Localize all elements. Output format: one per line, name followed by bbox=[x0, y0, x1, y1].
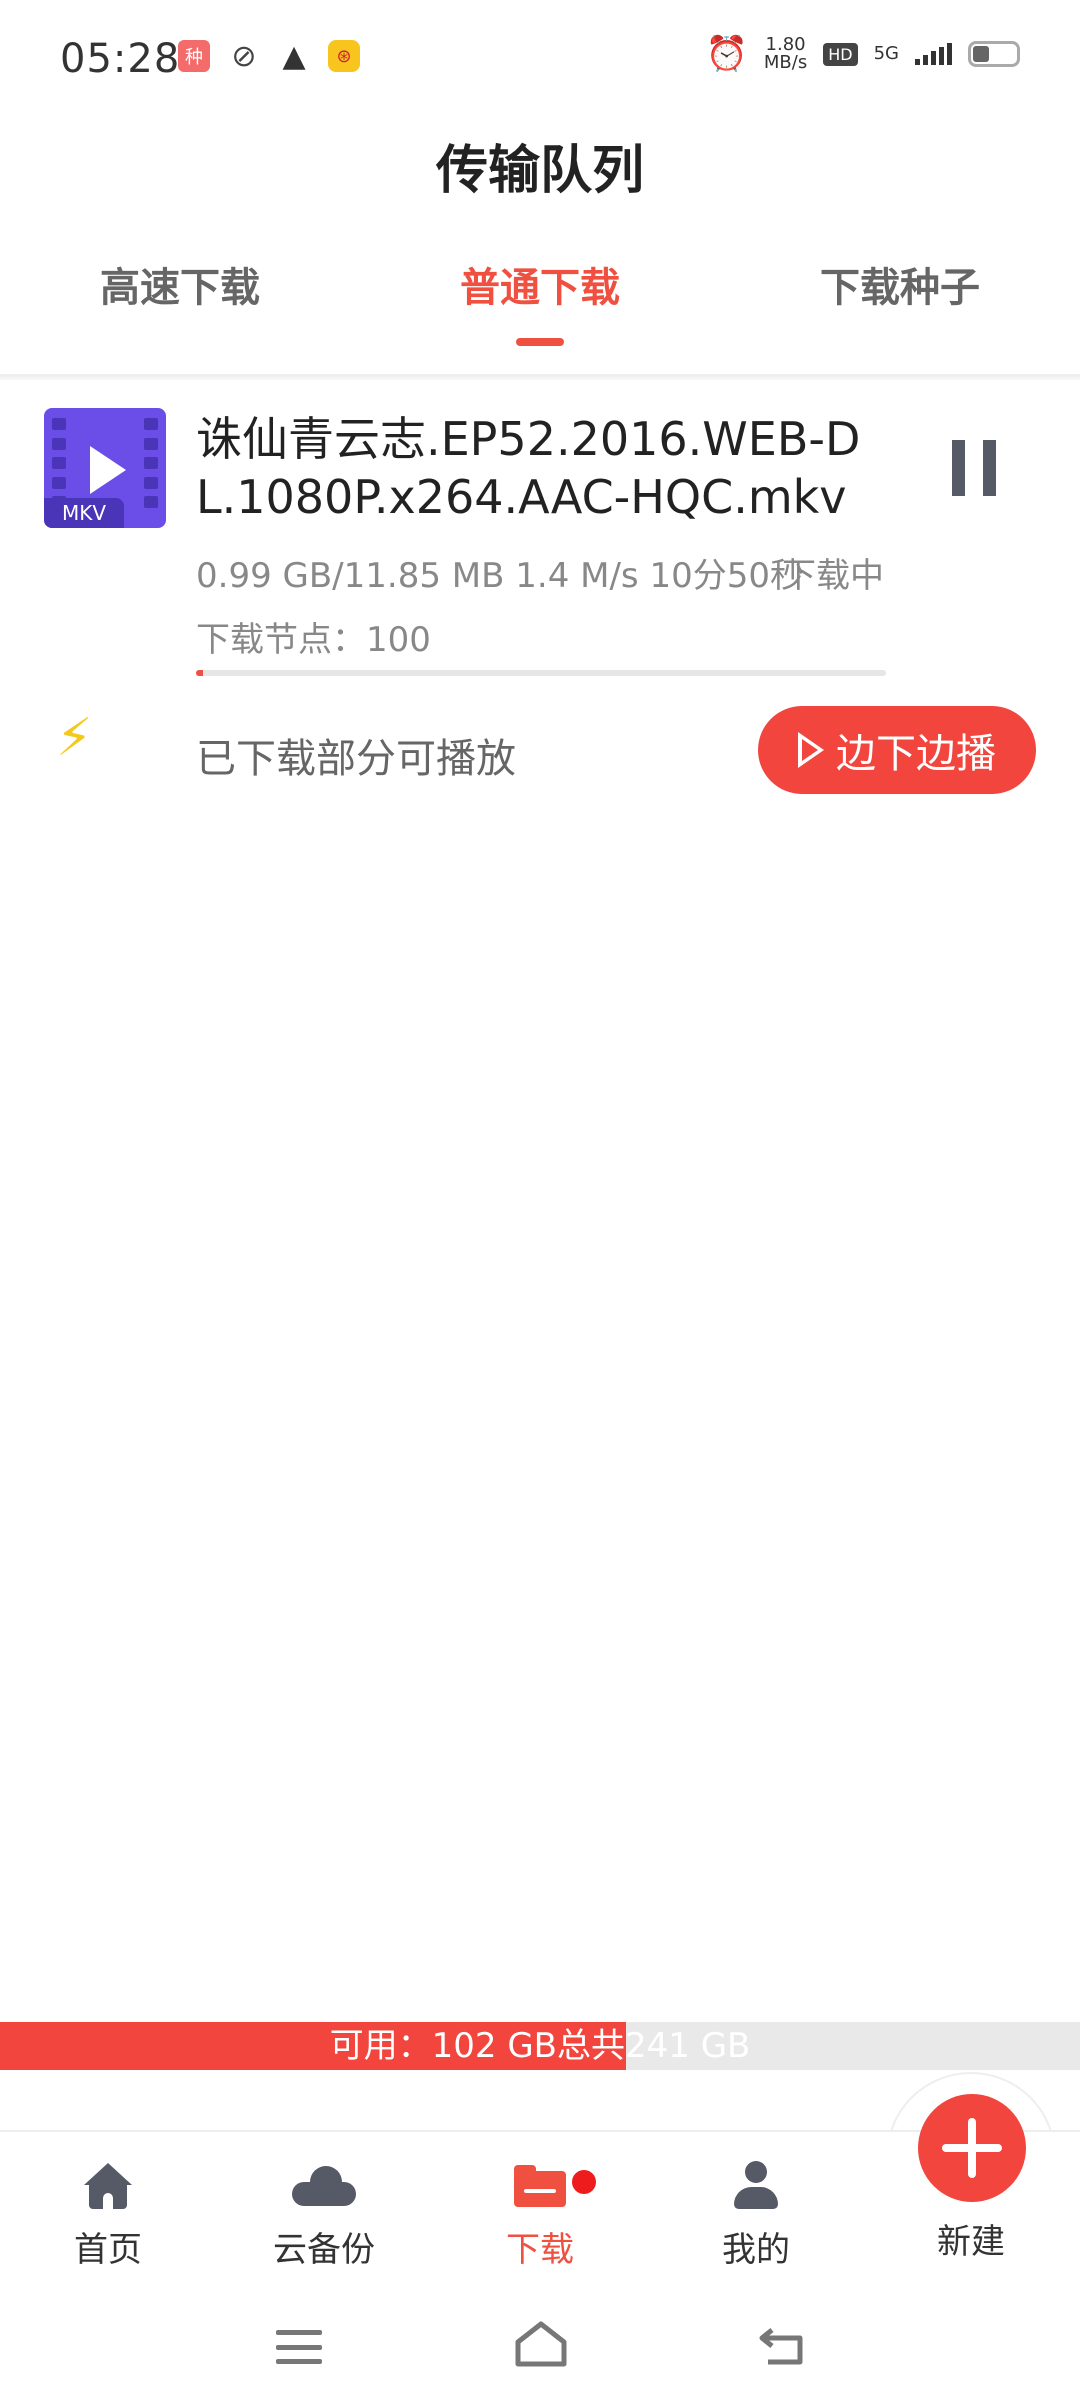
partial-play-hint: 已下载部分可播放 bbox=[196, 736, 516, 782]
download-file-name[interactable]: 诛仙青云志.EP52.2016.WEB-DL.1080P.x264.AAC-HQ… bbox=[196, 410, 896, 526]
person-icon bbox=[732, 2161, 780, 2211]
leaf-icon: ⊘ bbox=[231, 38, 257, 74]
tabs-divider bbox=[0, 374, 1080, 380]
storage-text: 可用：102 GB总共241 GB bbox=[329, 2026, 751, 2066]
file-type-badge: MKV bbox=[44, 498, 124, 528]
storage-bar: 可用：102 GB总共241 GB bbox=[0, 2022, 1080, 2070]
nav-mine-label: 我的 bbox=[722, 2230, 790, 2270]
network-speed: 1.80 MB/s bbox=[764, 36, 807, 72]
nav-cloud-backup-label: 云备份 bbox=[273, 2230, 375, 2270]
download-progress-bar bbox=[196, 670, 886, 676]
status-left-icons: 种 ⊘ ▲ ⊛ bbox=[178, 38, 360, 74]
battery-icon bbox=[968, 41, 1020, 67]
pause-button[interactable] bbox=[952, 440, 996, 496]
play-icon bbox=[90, 446, 126, 494]
stream-while-download-button[interactable]: 边下边播 bbox=[758, 706, 1036, 794]
download-nodes: 下载节点：100 bbox=[196, 620, 431, 660]
system-nav-bar bbox=[0, 2290, 1080, 2400]
yellow-app-icon: ⊛ bbox=[328, 40, 360, 72]
tab-high-speed[interactable]: 高速下载 bbox=[0, 255, 360, 313]
status-bar: 05:28 种 ⊘ ▲ ⊛ ⏰ 1.80 MB/s HD 5G bbox=[0, 0, 1080, 120]
signal-icon bbox=[915, 43, 952, 65]
tab-download-torrent[interactable]: 下载种子 bbox=[720, 255, 1080, 313]
tab-active-indicator bbox=[516, 338, 564, 346]
status-time: 05:28 bbox=[60, 36, 181, 82]
notification-badge bbox=[572, 2170, 596, 2194]
download-status: 下载中 bbox=[782, 556, 884, 596]
cloud-icon bbox=[292, 2166, 356, 2206]
system-home-icon[interactable] bbox=[514, 2320, 568, 2368]
lightning-icon: ⚡ bbox=[56, 708, 93, 768]
tab-bar: 高速下载 普通下载 下载种子 bbox=[0, 255, 1080, 365]
home-icon bbox=[84, 2163, 132, 2209]
nav-download-label: 下载 bbox=[506, 2230, 574, 2270]
folder-icon bbox=[514, 2165, 566, 2207]
pause-icon bbox=[952, 440, 965, 496]
recents-icon[interactable] bbox=[276, 2330, 322, 2364]
stream-button-label: 边下边播 bbox=[836, 731, 996, 777]
system-back-icon[interactable] bbox=[758, 2326, 806, 2366]
new-button[interactable] bbox=[918, 2094, 1026, 2202]
hd-icon: HD bbox=[823, 42, 858, 66]
seed-app-icon: 种 bbox=[178, 40, 210, 72]
video-file-icon: MKV bbox=[44, 408, 166, 528]
page-title: 传输队列 bbox=[435, 141, 644, 201]
status-right-icons: ⏰ 1.80 MB/s HD 5G bbox=[706, 34, 1020, 74]
download-progress-fill bbox=[196, 670, 203, 676]
network-type: 5G bbox=[873, 43, 899, 64]
download-stats: 0.99 GB/11.85 MB 1.4 M/s 10分50秒 bbox=[196, 556, 804, 596]
nav-home-label: 首页 bbox=[74, 2230, 142, 2270]
speed-unit: MB/s bbox=[763, 52, 808, 73]
play-outline-icon bbox=[798, 732, 824, 768]
nav-cloud-backup[interactable]: 云备份 bbox=[244, 2156, 404, 2271]
nav-home[interactable]: 首页 bbox=[28, 2156, 188, 2271]
nav-download[interactable]: 下载 bbox=[460, 2156, 620, 2271]
tab-normal-download[interactable]: 普通下载 bbox=[360, 255, 720, 313]
warning-icon: ▲ bbox=[282, 38, 306, 74]
new-button-label: 新建 bbox=[937, 2222, 1005, 2262]
nav-mine[interactable]: 我的 bbox=[676, 2156, 836, 2271]
alarm-icon: ⏰ bbox=[705, 34, 748, 74]
